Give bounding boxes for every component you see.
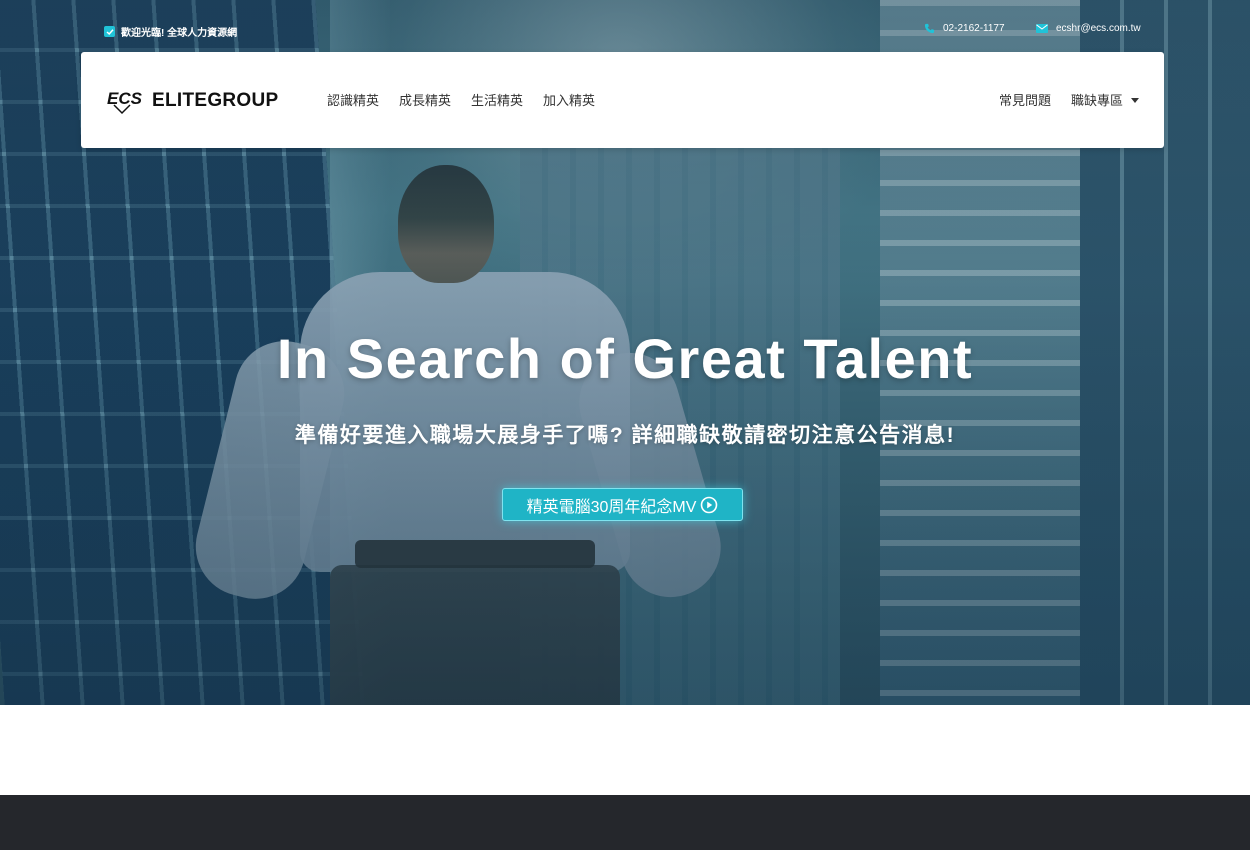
brand-logo[interactable]: ECS ELITEGROUP bbox=[106, 87, 279, 115]
nav-item-life[interactable]: 生活精英 bbox=[471, 90, 523, 109]
mv-button-label: 精英電腦30周年紀念MV bbox=[526, 498, 697, 516]
checkbox-icon bbox=[104, 26, 115, 37]
phone-number: 02-2162-1177 bbox=[943, 23, 1005, 34]
primary-nav: 認識精英 成長精英 生活精英 加入精英 bbox=[327, 90, 615, 109]
nav-item-growth[interactable]: 成長精英 bbox=[399, 90, 451, 109]
envelope-icon bbox=[1036, 24, 1048, 33]
nav-item-join[interactable]: 加入精英 bbox=[543, 90, 595, 109]
nav-item-about[interactable]: 認識精英 bbox=[327, 90, 379, 109]
main-navbar: ECS ELITEGROUP 認識精英 成長精英 生活精英 加入精英 常見問題 … bbox=[81, 52, 1164, 148]
phone-icon bbox=[924, 23, 935, 34]
phone-contact[interactable]: 02-2162-1177 bbox=[924, 23, 1005, 34]
ecs-logo-mark: ECS bbox=[106, 87, 146, 115]
content-area bbox=[0, 705, 1250, 795]
nav-item-jobs: 職缺專區 bbox=[1070, 93, 1123, 108]
secondary-nav: 常見問題 職缺專區 bbox=[999, 90, 1139, 109]
hero-title: In Search of Great Talent bbox=[276, 327, 974, 390]
svg-text:ECS: ECS bbox=[107, 89, 143, 108]
top-info-bar: 歡迎光臨! 全球人力資源網 02-2162-1177 ecshr@ecs.com… bbox=[0, 0, 1250, 52]
email-contact[interactable]: ecshr@ecs.com.tw bbox=[1036, 23, 1141, 34]
email-address: ecshr@ecs.com.tw bbox=[1056, 23, 1141, 34]
play-circle-icon bbox=[701, 496, 718, 513]
hero-subtitle: 準備好要進入職場大展身手了嗎? 詳細職缺敬請密切注意公告消息! bbox=[294, 424, 956, 447]
brand-name: ELITEGROUP bbox=[152, 90, 279, 111]
jobs-dropdown[interactable]: 職缺專區 bbox=[1071, 90, 1139, 109]
nav-item-faq[interactable]: 常見問題 bbox=[999, 90, 1051, 109]
welcome-text: 歡迎光臨! 全球人力資源網 bbox=[121, 28, 238, 39]
caret-down-icon bbox=[1131, 97, 1139, 103]
welcome-message: 歡迎光臨! 全球人力資源網 bbox=[104, 24, 237, 39]
footer-bar bbox=[0, 795, 1250, 850]
anniversary-mv-button[interactable]: 精英電腦30周年紀念MV bbox=[502, 488, 743, 521]
